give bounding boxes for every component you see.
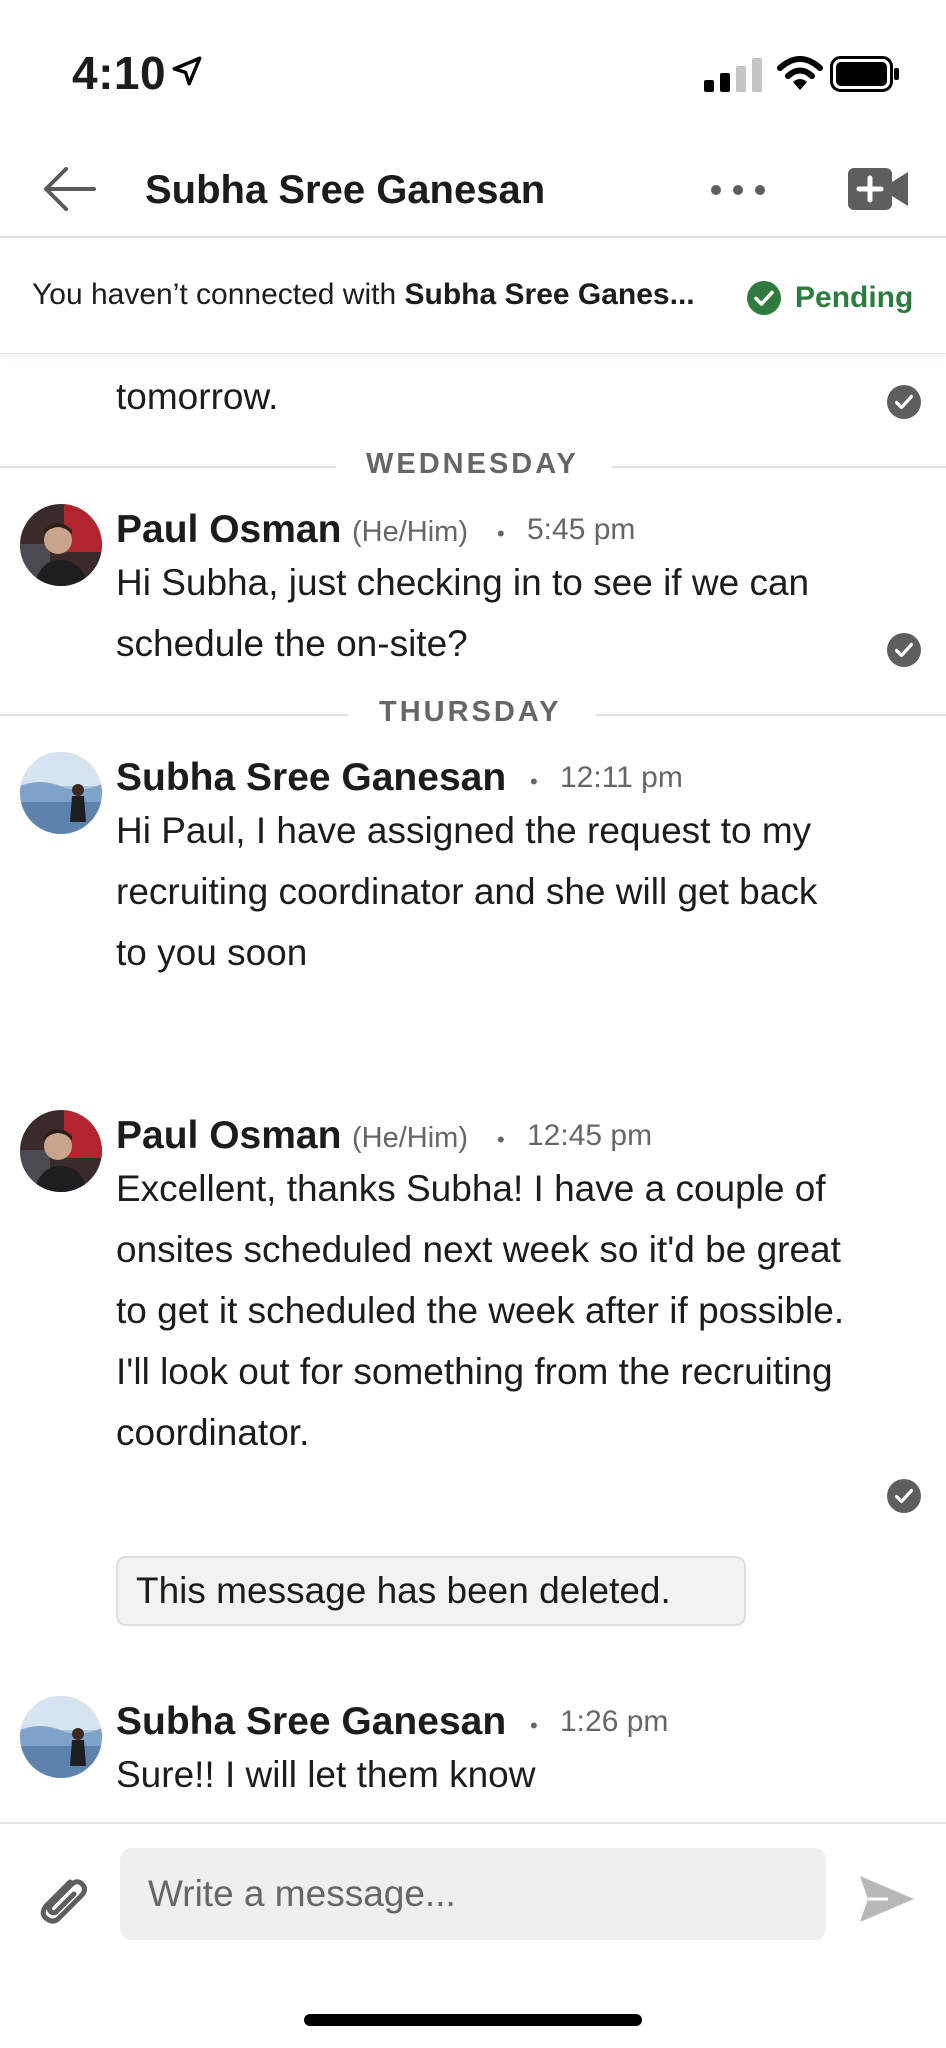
home-indicator <box>304 2014 642 2026</box>
avatar[interactable] <box>20 752 102 834</box>
signal-icon <box>704 58 762 92</box>
wifi-icon <box>777 56 823 90</box>
date-divider-line <box>596 714 946 716</box>
pending-status[interactable]: Pending <box>795 278 913 318</box>
paperclip-icon[interactable] <box>30 1868 94 1932</box>
message-time: 1:26 pm <box>560 1705 669 1738</box>
date-divider-wednesday: WEDNESDAY <box>366 448 579 480</box>
status-time: 4:10 <box>72 47 167 99</box>
deleted-message: This message has been deleted. <box>116 1556 746 1626</box>
message-time: 5:45 pm <box>527 513 636 546</box>
date-divider-line <box>0 466 336 468</box>
message-text: tomorrow. <box>116 376 279 417</box>
date-divider-line <box>612 466 946 468</box>
read-receipt-icon <box>887 385 921 419</box>
message-text: Hi Paul, I have assigned the request to … <box>116 810 818 973</box>
read-receipt-icon <box>887 633 921 667</box>
avatar[interactable] <box>20 1110 102 1192</box>
send-icon[interactable] <box>856 1868 918 1930</box>
back-arrow-icon[interactable] <box>38 158 100 220</box>
read-receipt-icon <box>887 1479 921 1513</box>
more-icon[interactable] <box>706 166 770 214</box>
message-input[interactable] <box>120 1848 826 1940</box>
check-circle-icon <box>747 281 781 315</box>
sender-name[interactable]: Subha Sree Ganesan <box>116 752 506 804</box>
message-text: Sure!! I will let them know <box>116 1754 536 1795</box>
date-divider-line <box>0 714 348 716</box>
message-text: Excellent, thanks Subha! I have a couple… <box>116 1168 845 1453</box>
message-time: 12:11 pm <box>560 761 683 794</box>
battery-icon <box>830 56 899 92</box>
sender-name[interactable]: Paul Osman <box>116 1110 341 1162</box>
message-text: Hi Subha, just checking in to see if we … <box>116 562 810 664</box>
connection-name: Subha Sree Ganes... <box>404 278 695 311</box>
sender-pronouns: (He/Him) <box>352 1122 468 1154</box>
location-arrow-icon <box>172 56 202 86</box>
sender-name[interactable]: Subha Sree Ganesan <box>116 1696 506 1748</box>
avatar[interactable] <box>20 1696 102 1778</box>
connection-message: You haven’t connected with Subha Sree Ga… <box>32 278 695 312</box>
avatar[interactable] <box>20 504 102 586</box>
conversation-header: Subha Sree Ganesan <box>0 140 946 238</box>
message-time: 12:45 pm <box>527 1119 653 1152</box>
date-divider-thursday: THURSDAY <box>379 696 562 728</box>
video-call-icon[interactable] <box>846 162 910 216</box>
status-bar: 4:10 <box>0 0 946 140</box>
sender-name[interactable]: Paul Osman <box>116 504 341 556</box>
conversation-title[interactable]: Subha Sree Ganesan <box>145 162 545 218</box>
connection-message-prefix: You haven’t connected with <box>32 278 405 311</box>
sender-pronouns: (He/Him) <box>352 516 468 548</box>
